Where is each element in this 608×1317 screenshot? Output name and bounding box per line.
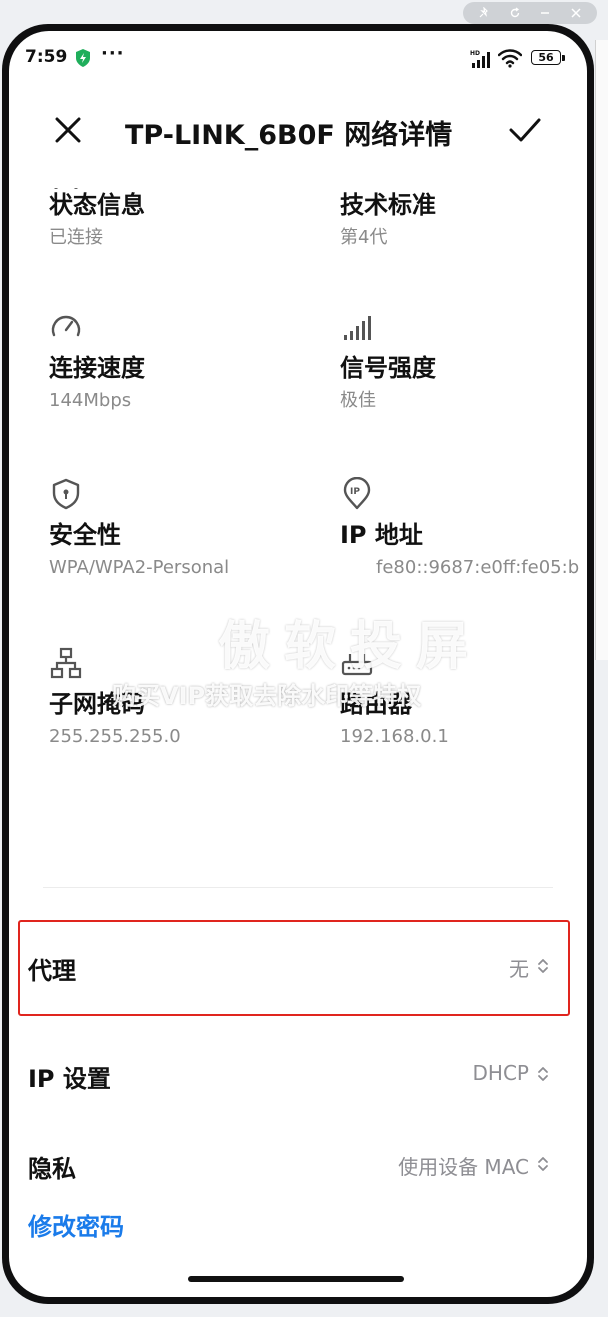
network-tree-icon [50, 647, 82, 679]
page-header: TP-LINK_6B0F 网络详情 [9, 107, 587, 157]
privacy-label: 隐私 [28, 1155, 76, 1183]
window-controls [463, 2, 597, 24]
detail-value: 第4代 [340, 227, 388, 248]
close-button[interactable] [51, 113, 85, 147]
page-title: TP-LINK_6B0F 网络详情 [125, 120, 453, 151]
ip-pin-icon: IP [343, 477, 371, 510]
detail-subnet-mask: 子网掩码 255.255.255.0 [49, 646, 299, 750]
proxy-label: 代理 [28, 957, 76, 985]
check-icon [509, 118, 541, 142]
detail-value: WPA/WPA2-Personal [49, 557, 230, 578]
status-time: 7:59 [25, 47, 68, 67]
svg-text:HD: HD [470, 50, 480, 57]
close-window-icon[interactable] [567, 4, 585, 22]
detail-wifi-standard: 技术标准 第4代 [340, 189, 587, 251]
cellular-signal-icon: HD [470, 49, 492, 73]
router-icon [341, 654, 373, 676]
ip-settings-value: DHCP [472, 1061, 529, 1085]
more-notifications: ··· [101, 43, 125, 64]
phone-frame: 7:59 ··· HD 56 TP-LINK_6B0F 网络详情 状态信息 已连… [2, 24, 594, 1304]
detail-link-speed: 连接速度 144Mbps [49, 310, 299, 414]
proxy-setting-row[interactable]: 代理 无 [9, 937, 587, 997]
background-window-edge [595, 40, 608, 660]
rotate-icon[interactable] [506, 4, 524, 22]
battery-indicator: 56 [531, 50, 565, 65]
detail-label: 路由器 [340, 690, 412, 718]
detail-ip-address: IP IP 地址 fe80::9687:e0ff:fe05:b [340, 477, 587, 581]
ip-settings-row[interactable]: IP 设置 DHCP [9, 1045, 587, 1105]
section-divider [43, 887, 553, 888]
chevron-updown-icon [538, 959, 548, 973]
detail-value: 已连接 [49, 227, 103, 248]
security-shield-icon [75, 49, 91, 71]
detail-label: 子网掩码 [49, 690, 145, 718]
detail-security: 安全性 WPA/WPA2-Personal [49, 477, 299, 581]
chevron-updown-icon [538, 1157, 548, 1171]
detail-value: 144Mbps [49, 390, 132, 411]
signal-bars-icon [344, 316, 371, 340]
shield-lock-icon [52, 478, 80, 510]
close-icon [55, 117, 81, 143]
confirm-button[interactable] [507, 113, 543, 147]
detail-status: 状态信息 已连接 [49, 189, 299, 251]
detail-label: 状态信息 [49, 191, 145, 219]
ip-settings-label: IP 设置 [28, 1065, 111, 1093]
detail-value: 255.255.255.0 [49, 726, 181, 747]
detail-label: 连接速度 [49, 354, 145, 382]
status-bar: 7:59 ··· HD 56 [9, 43, 587, 73]
pin-icon[interactable] [475, 4, 493, 22]
detail-label: IP 地址 [340, 521, 423, 549]
detail-value: 极佳 [340, 390, 376, 411]
proxy-value: 无 [509, 957, 529, 981]
privacy-value: 使用设备 MAC [398, 1155, 529, 1179]
minimize-icon[interactable] [536, 4, 554, 22]
privacy-row[interactable]: 隐私 使用设备 MAC [9, 1135, 587, 1195]
detail-value: fe80::9687:e0ff:fe05:b [376, 557, 580, 578]
phone-screen: 7:59 ··· HD 56 TP-LINK_6B0F 网络详情 状态信息 已连… [9, 31, 587, 1297]
detail-signal-strength: 信号强度 极佳 [340, 310, 587, 414]
detail-value: 192.168.0.1 [340, 726, 449, 747]
detail-router: 路由器 192.168.0.1 [340, 646, 587, 750]
scrolled-icon-fragment [53, 181, 79, 189]
home-indicator[interactable] [188, 1276, 404, 1282]
chevron-updown-icon [538, 1067, 548, 1081]
detail-label: 技术标准 [340, 191, 436, 219]
detail-label: 安全性 [49, 521, 121, 549]
speedometer-icon [51, 315, 81, 337]
wifi-status-icon [497, 48, 523, 72]
svg-text:IP: IP [350, 487, 360, 497]
change-password-link[interactable]: 修改密码 [28, 1207, 124, 1242]
detail-label: 信号强度 [340, 354, 436, 382]
